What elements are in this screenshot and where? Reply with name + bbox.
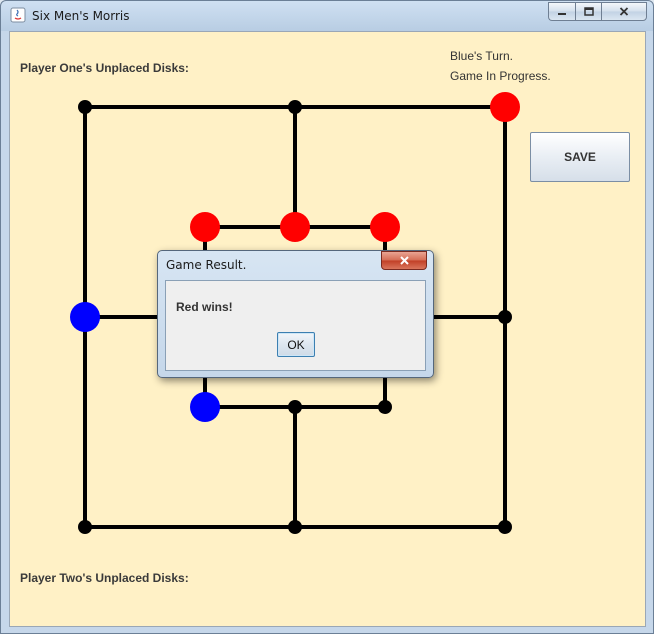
board-point-outer-bottom-right[interactable] [498,520,512,534]
dialog-message: Red wins! [176,300,233,314]
red-disk-inner-top-left[interactable] [190,212,220,242]
blue-disk-outer-middle-left[interactable] [70,302,100,332]
board-point-outer-bottom-left[interactable] [78,520,92,534]
dialog-body: Red wins! OK [165,280,426,371]
board-point-outer-bottom-middle[interactable] [288,520,302,534]
board-point-outer-middle-right[interactable] [498,310,512,324]
game-result-dialog: Game Result. Red wins! OK [157,250,434,378]
board-point-inner-bottom-right[interactable] [378,400,392,414]
red-disk-outer-top-right[interactable] [490,92,520,122]
blue-disk-inner-bottom-left[interactable] [190,392,220,422]
board-point-outer-top-middle[interactable] [288,100,302,114]
board-point-inner-bottom-middle[interactable] [288,400,302,414]
red-disk-inner-top-middle[interactable] [280,212,310,242]
red-disk-inner-top-right[interactable] [370,212,400,242]
board-point-outer-top-left[interactable] [78,100,92,114]
ok-button[interactable]: OK [277,332,315,357]
dialog-close-button[interactable] [381,251,427,270]
dialog-title: Game Result. [166,258,247,272]
close-icon [399,256,409,265]
